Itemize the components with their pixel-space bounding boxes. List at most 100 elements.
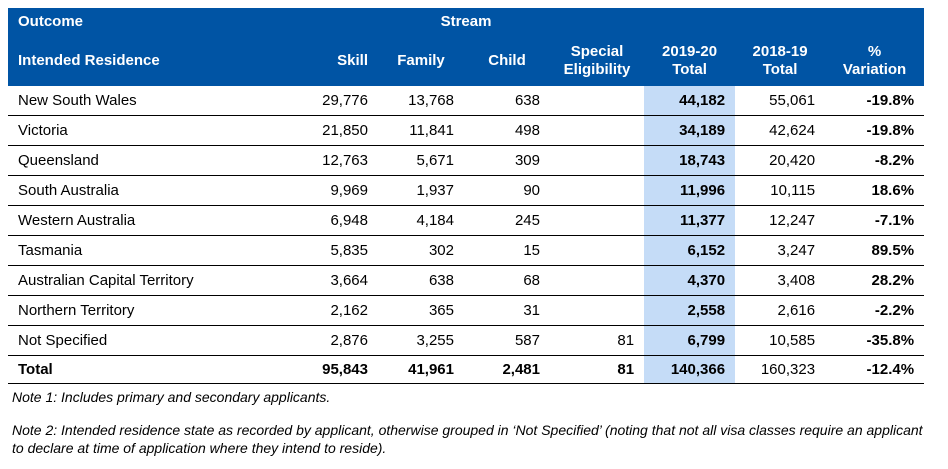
header-row-columns: Intended Residence Skill Family Child Sp… xyxy=(8,36,925,86)
header-var-line2: Variation xyxy=(842,61,907,78)
cell-2019-20-total: 11,996 xyxy=(644,175,736,206)
cell-total-variation: -12.4% xyxy=(825,355,925,384)
cell-2018-19-total: 10,585 xyxy=(735,325,826,356)
cell-family: 5,671 xyxy=(378,145,464,176)
cell-special xyxy=(550,295,645,326)
cell-family: 1,937 xyxy=(378,175,464,206)
header-skill: Skill xyxy=(288,36,378,86)
table-row: Victoria 21,850 11,841 498 34,189 42,624… xyxy=(8,115,925,146)
cell-residence: Victoria xyxy=(8,115,288,146)
header-blank-cur xyxy=(644,8,736,36)
cell-child: 15 xyxy=(464,235,550,266)
cell-child: 245 xyxy=(464,205,550,236)
cell-2019-20-total: 18,743 xyxy=(644,145,736,176)
cell-total-2019-20: 140,366 xyxy=(644,355,736,384)
cell-child: 638 xyxy=(464,86,550,116)
table-row: South Australia 9,969 1,937 90 11,996 10… xyxy=(8,175,925,206)
cell-skill: 2,876 xyxy=(288,325,378,356)
cell-2019-20-total: 11,377 xyxy=(644,205,736,236)
cell-2018-19-total: 3,408 xyxy=(735,265,826,296)
header-child: Child xyxy=(464,36,550,86)
header-prev-line1: 2018-19 xyxy=(752,43,808,60)
cell-2018-19-total: 10,115 xyxy=(735,175,826,206)
cell-special xyxy=(550,115,645,146)
cell-residence: South Australia xyxy=(8,175,288,206)
cell-family: 4,184 xyxy=(378,205,464,236)
cell-skill: 6,948 xyxy=(288,205,378,236)
cell-2019-20-total: 34,189 xyxy=(644,115,736,146)
header-variation: % Variation xyxy=(825,36,925,86)
cell-2019-20-total: 6,799 xyxy=(644,325,736,356)
cell-total-label: Total xyxy=(8,355,288,384)
table-body: New South Wales 29,776 13,768 638 44,182… xyxy=(8,86,925,384)
cell-special xyxy=(550,175,645,206)
header-family: Family xyxy=(378,36,464,86)
cell-total-2018-19: 160,323 xyxy=(735,355,826,384)
cell-special: 81 xyxy=(550,325,645,356)
cell-2018-19-total: 42,624 xyxy=(735,115,826,146)
cell-residence: Tasmania xyxy=(8,235,288,266)
cell-total-family: 41,961 xyxy=(378,355,464,384)
cell-special xyxy=(550,265,645,296)
header-2019-20-total: 2019-20 Total xyxy=(644,36,736,86)
cell-2019-20-total: 6,152 xyxy=(644,235,736,266)
cell-2019-20-total: 2,558 xyxy=(644,295,736,326)
cell-special xyxy=(550,235,645,266)
header-blank-prev xyxy=(735,8,826,36)
cell-special xyxy=(550,205,645,236)
cell-family: 13,768 xyxy=(378,86,464,116)
table-row: Queensland 12,763 5,671 309 18,743 20,42… xyxy=(8,145,925,176)
cell-variation: 18.6% xyxy=(825,175,925,206)
cell-skill: 21,850 xyxy=(288,115,378,146)
cell-2019-20-total: 44,182 xyxy=(644,86,736,116)
header-special-eligibility: Special Eligibility xyxy=(550,36,645,86)
cell-child: 309 xyxy=(464,145,550,176)
cell-child: 31 xyxy=(464,295,550,326)
cell-variation: -35.8% xyxy=(825,325,925,356)
table-row: Australian Capital Territory 3,664 638 6… xyxy=(8,265,925,296)
cell-variation: -19.8% xyxy=(825,115,925,146)
header-cur-line1: 2019-20 xyxy=(662,43,718,60)
cell-total-special: 81 xyxy=(550,355,645,384)
table-header: Outcome Stream Intended Residence Skill … xyxy=(8,8,925,86)
note-2: Note 2: Intended residence state as reco… xyxy=(12,422,923,456)
cell-skill: 29,776 xyxy=(288,86,378,116)
cell-variation: -7.1% xyxy=(825,205,925,236)
cell-skill: 3,664 xyxy=(288,265,378,296)
header-special-line1: Special xyxy=(570,43,624,60)
header-stream: Stream xyxy=(288,8,645,36)
cell-total-child: 2,481 xyxy=(464,355,550,384)
cell-variation: 89.5% xyxy=(825,235,925,266)
cell-residence: Australian Capital Territory xyxy=(8,265,288,296)
cell-family: 3,255 xyxy=(378,325,464,356)
cell-residence: Northern Territory xyxy=(8,295,288,326)
header-2018-19-total: 2018-19 Total xyxy=(735,36,826,86)
page: Outcome Stream Intended Residence Skill … xyxy=(0,0,948,469)
header-special-line2: Eligibility xyxy=(563,61,631,78)
cell-skill: 5,835 xyxy=(288,235,378,266)
cell-skill: 2,162 xyxy=(288,295,378,326)
cell-family: 302 xyxy=(378,235,464,266)
cell-family: 638 xyxy=(378,265,464,296)
total-row: Total 95,843 41,961 2,481 81 140,366 160… xyxy=(8,355,925,384)
cell-child: 498 xyxy=(464,115,550,146)
header-cur-line2: Total xyxy=(672,61,707,78)
cell-variation: -19.8% xyxy=(825,86,925,116)
cell-child: 587 xyxy=(464,325,550,356)
cell-variation: -8.2% xyxy=(825,145,925,176)
cell-special xyxy=(550,86,645,116)
cell-2019-20-total: 4,370 xyxy=(644,265,736,296)
cell-2018-19-total: 55,061 xyxy=(735,86,826,116)
cell-residence: Western Australia xyxy=(8,205,288,236)
header-var-line1: % xyxy=(867,43,882,60)
cell-2018-19-total: 2,616 xyxy=(735,295,826,326)
table-row: New South Wales 29,776 13,768 638 44,182… xyxy=(8,86,925,116)
table-row: Not Specified 2,876 3,255 587 81 6,799 1… xyxy=(8,325,925,356)
cell-2018-19-total: 3,247 xyxy=(735,235,826,266)
cell-child: 90 xyxy=(464,175,550,206)
table-row: Northern Territory 2,162 365 31 2,558 2,… xyxy=(8,295,925,326)
cell-special xyxy=(550,145,645,176)
cell-skill: 12,763 xyxy=(288,145,378,176)
cell-variation: -2.2% xyxy=(825,295,925,326)
cell-skill: 9,969 xyxy=(288,175,378,206)
